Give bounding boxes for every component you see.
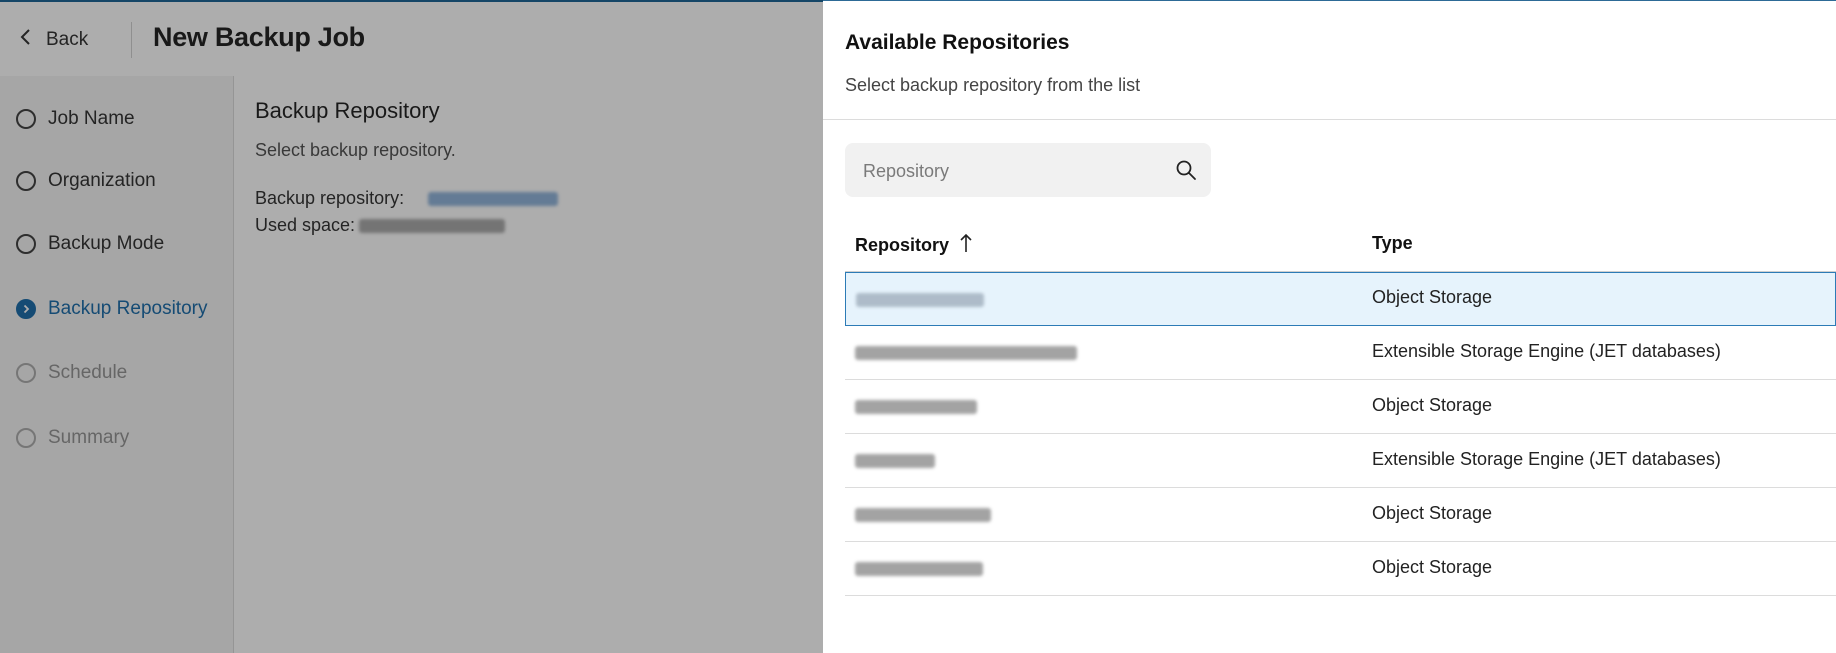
repositories-drawer: Available Repositories Select backup rep… xyxy=(823,0,1836,653)
table-row[interactable]: Object Storage xyxy=(845,380,1836,434)
table-row[interactable]: Object Storage xyxy=(845,272,1836,326)
modal-overlay[interactable] xyxy=(0,0,823,653)
redacted-repository-name xyxy=(855,346,1077,360)
redacted-repository-name xyxy=(856,293,984,307)
drawer-title: Available Repositories xyxy=(845,31,1070,54)
repository-type: Object Storage xyxy=(1372,287,1493,307)
search-icon[interactable] xyxy=(1175,159,1197,181)
repository-type: Object Storage xyxy=(1372,395,1493,415)
wizard-window: Back New Backup Job Job Name Organizatio… xyxy=(0,0,823,653)
repository-type: Extensible Storage Engine (JET databases… xyxy=(1372,341,1721,361)
table-row[interactable]: Object Storage xyxy=(845,488,1836,542)
redacted-repository-name xyxy=(855,562,983,576)
sort-ascending-icon xyxy=(959,233,973,258)
table-header: Repository Type xyxy=(845,217,1836,272)
table-row[interactable]: Object Storage xyxy=(845,542,1836,596)
repository-type: Object Storage xyxy=(1372,557,1493,577)
redacted-repository-name xyxy=(855,508,991,522)
repository-search xyxy=(845,143,1211,199)
column-label: Type xyxy=(1372,233,1413,253)
repository-type: Extensible Storage Engine (JET databases… xyxy=(1372,449,1721,469)
repositories-table: Repository Type Object Storage Extensibl… xyxy=(845,217,1836,596)
search-input[interactable] xyxy=(861,143,1155,199)
column-label: Repository xyxy=(855,235,950,255)
redacted-repository-name xyxy=(855,400,977,414)
drawer-subtitle: Select backup repository from the list xyxy=(845,75,1141,95)
repository-type: Object Storage xyxy=(1372,503,1493,523)
column-header-repository[interactable]: Repository xyxy=(855,233,973,258)
column-header-type[interactable]: Type xyxy=(1372,233,1413,254)
table-row[interactable]: Extensible Storage Engine (JET databases… xyxy=(845,326,1836,380)
drawer-header: Available Repositories Select backup rep… xyxy=(823,1,1836,120)
redacted-repository-name xyxy=(855,454,935,468)
table-row[interactable]: Extensible Storage Engine (JET databases… xyxy=(845,434,1836,488)
